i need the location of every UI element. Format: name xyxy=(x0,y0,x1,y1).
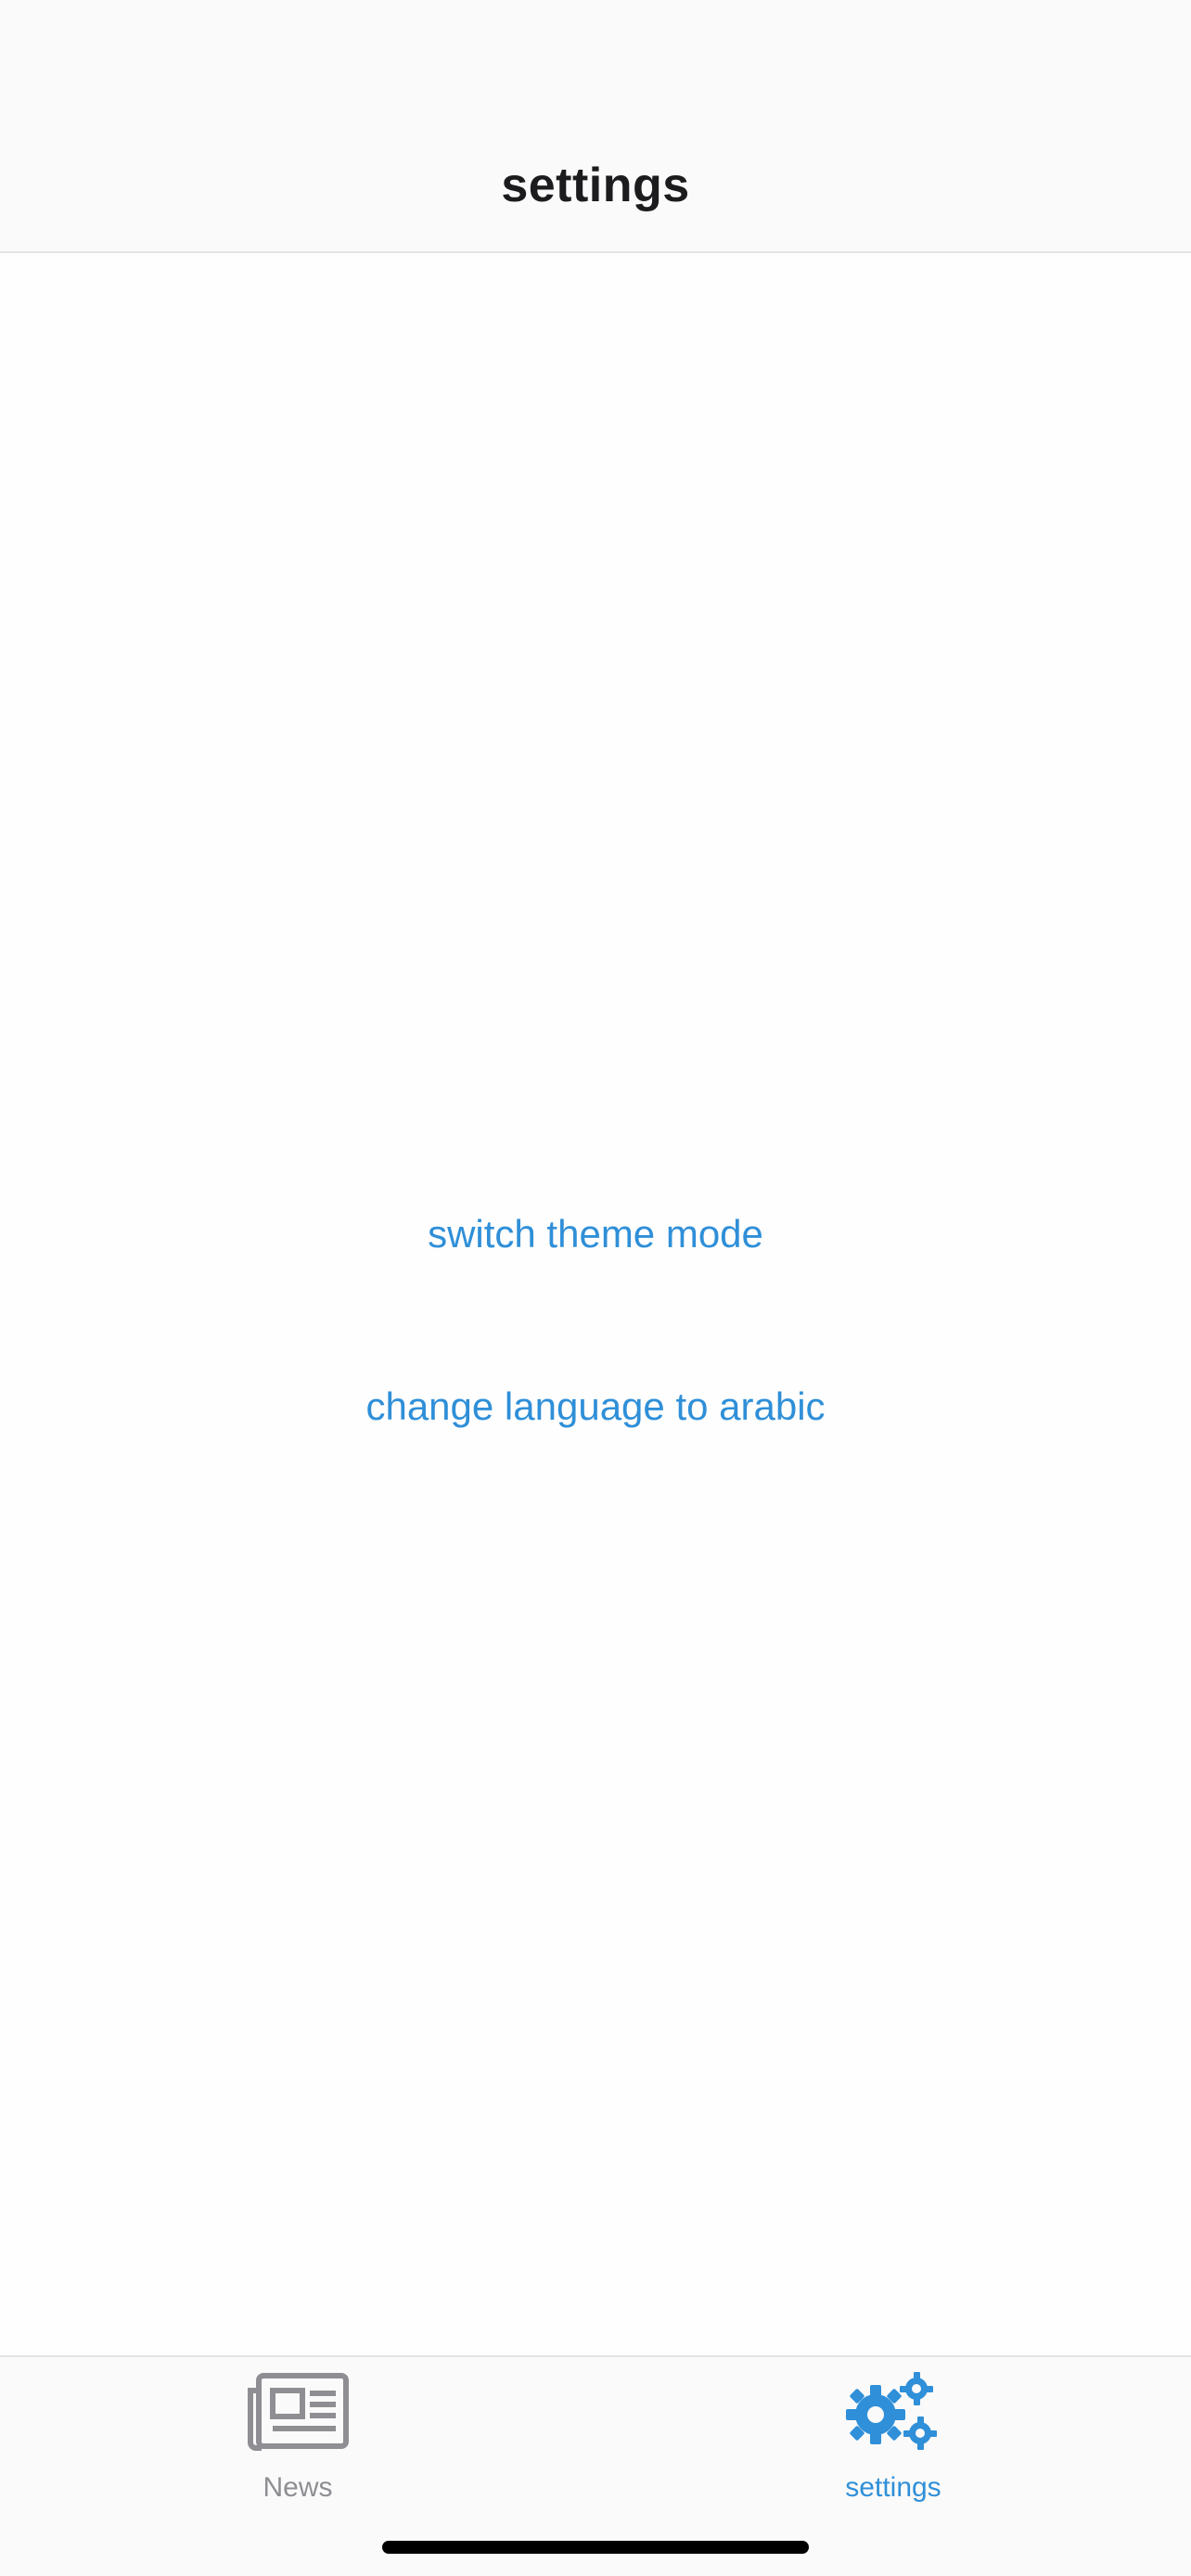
switch-theme-button[interactable]: switch theme mode xyxy=(0,1212,1191,1256)
tab-bar: News settings xyxy=(0,2355,1191,2576)
newspaper-icon xyxy=(248,2373,349,2451)
settings-screen: settings switch theme mode change langua… xyxy=(0,0,1191,2576)
tab-settings[interactable]: settings xyxy=(596,2357,1191,2533)
navigation-bar: settings xyxy=(0,0,1191,253)
tab-news-label: News xyxy=(263,2472,333,2503)
tab-settings-label: settings xyxy=(845,2472,941,2503)
settings-content: switch theme mode change language to ara… xyxy=(0,253,1191,2355)
change-language-button[interactable]: change language to arabic xyxy=(0,1384,1191,1429)
home-indicator[interactable] xyxy=(382,2541,809,2554)
tab-news[interactable]: News xyxy=(0,2357,596,2533)
gears-icon xyxy=(846,2372,937,2450)
page-title: settings xyxy=(501,159,690,212)
